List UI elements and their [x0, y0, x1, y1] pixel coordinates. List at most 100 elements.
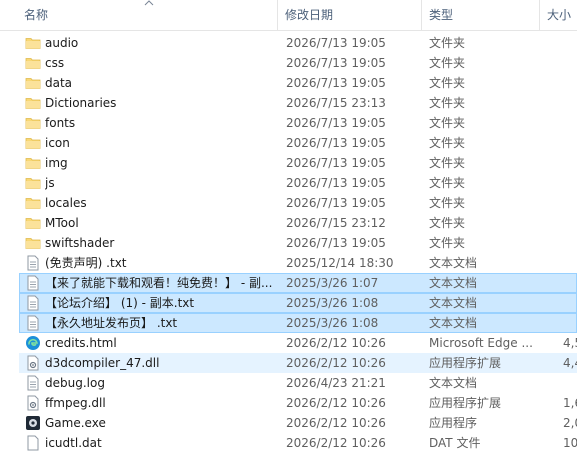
- file-date: 2026/7/13 19:05: [286, 56, 386, 70]
- file-name: icon: [45, 136, 70, 150]
- file-row[interactable]: swiftshader 2026/7/13 19:05 文件夹: [0, 233, 577, 253]
- file-date: 2025/3/26 1:07: [286, 276, 379, 290]
- dll-file-icon: [25, 395, 41, 411]
- file-row[interactable]: icon 2026/7/13 19:05 文件夹: [0, 133, 577, 153]
- file-row[interactable]: css 2026/7/13 19:05 文件夹: [0, 53, 577, 73]
- file-date: 2026/2/12 10:26: [286, 396, 386, 410]
- file-row[interactable]: audio 2026/7/13 19:05 文件夹: [0, 33, 577, 53]
- folder-icon: [25, 195, 41, 211]
- file-row[interactable]: MTool 2026/7/15 23:12 文件夹: [0, 213, 577, 233]
- file-size: [563, 93, 577, 113]
- file-size: [563, 233, 577, 253]
- column-header-type[interactable]: 类型: [421, 0, 539, 30]
- edge-icon: [25, 335, 41, 351]
- file-type: 文件夹: [429, 216, 466, 230]
- file-name: (免责声明) .txt: [45, 256, 127, 270]
- file-name: js: [45, 176, 55, 190]
- text-file-icon: [25, 295, 41, 311]
- file-type: 文本文档: [429, 256, 478, 270]
- file-date: 2026/7/13 19:05: [286, 116, 386, 130]
- file-row[interactable]: d3dcompiler_47.dll 2026/2/12 10:26 应用程序扩…: [0, 353, 577, 373]
- file-date: 2026/2/12 10:26: [286, 336, 386, 350]
- file-size: [563, 253, 577, 273]
- file-type: 文件夹: [429, 36, 466, 50]
- folder-icon: [25, 55, 41, 71]
- text-file-icon: [25, 255, 41, 271]
- file-row[interactable]: icudtl.dat 2026/2/12 10:26 DAT 文件 10,: [0, 433, 577, 453]
- text-file-icon: [25, 375, 41, 391]
- file-size: [563, 313, 577, 333]
- file-type: 应用程序扩展: [429, 396, 502, 410]
- file-type: 文本文档: [429, 316, 478, 330]
- file-row[interactable]: Dictionaries 2026/7/15 23:13 文件夹: [0, 93, 577, 113]
- file-date: 2026/7/13 19:05: [286, 156, 386, 170]
- file-type: Microsoft Edge ...: [429, 336, 533, 350]
- file-row[interactable]: (免责声明) .txt 2025/12/14 18:30 文本文档: [0, 253, 577, 273]
- file-name: swiftshader: [45, 236, 115, 250]
- file-name: Game.exe: [45, 416, 106, 430]
- text-file-icon: [25, 275, 41, 291]
- file-date: 2026/7/13 19:05: [286, 236, 386, 250]
- file-name: 【来了就能下载和观看！纯免费！】 - 副...: [45, 276, 273, 290]
- file-type: 文件夹: [429, 96, 466, 110]
- game-exe-icon: [25, 415, 41, 431]
- file-row[interactable]: data 2026/7/13 19:05 文件夹: [0, 73, 577, 93]
- file-name: img: [45, 156, 68, 170]
- column-header-bar: 名称 修改日期 类型 大小: [0, 0, 577, 31]
- file-size: [563, 193, 577, 213]
- file-type: 文件夹: [429, 56, 466, 70]
- file-row[interactable]: credits.html 2026/2/12 10:26 Microsoft E…: [0, 333, 577, 353]
- file-row[interactable]: 【论坛介绍】 (1) - 副本.txt 2025/3/26 1:08 文本文档: [0, 293, 577, 313]
- folder-icon: [25, 175, 41, 191]
- folder-icon: [25, 35, 41, 51]
- file-type: 文件夹: [429, 76, 466, 90]
- file-name: css: [45, 56, 65, 70]
- file-row[interactable]: ffmpeg.dll 2026/2/12 10:26 应用程序扩展 1,6: [0, 393, 577, 413]
- file-name: audio: [45, 36, 79, 50]
- file-date: 2025/3/26 1:08: [286, 316, 379, 330]
- file-name: locales: [45, 196, 87, 210]
- folder-icon: [25, 235, 41, 251]
- file-date: 2026/7/13 19:05: [286, 36, 386, 50]
- file-row[interactable]: Game.exe 2026/2/12 10:26 应用程序 2,0: [0, 413, 577, 433]
- file-type: 文本文档: [429, 276, 478, 290]
- file-type: 文件夹: [429, 136, 466, 150]
- folder-icon: [25, 135, 41, 151]
- text-file-icon: [25, 315, 41, 331]
- file-size: 2,0: [563, 416, 577, 430]
- folder-icon: [25, 115, 41, 131]
- file-row[interactable]: 【来了就能下载和观看！纯免费！】 - 副... 2025/3/26 1:07 文…: [0, 273, 577, 293]
- file-size: 1,6: [563, 396, 577, 410]
- folder-icon: [25, 95, 41, 111]
- file-row[interactable]: js 2026/7/13 19:05 文件夹: [0, 173, 577, 193]
- file-size: [563, 133, 577, 153]
- file-size: [563, 293, 577, 313]
- column-header-name[interactable]: 名称: [17, 0, 277, 30]
- column-header-size[interactable]: 大小: [539, 0, 577, 30]
- file-row[interactable]: 【永久地址发布页】 .txt 2025/3/26 1:08 文本文档: [0, 313, 577, 333]
- file-name: data: [45, 76, 73, 90]
- file-size: 4,5: [563, 336, 577, 350]
- file-size: [563, 173, 577, 193]
- file-row[interactable]: locales 2026/7/13 19:05 文件夹: [0, 193, 577, 213]
- file-name: icudtl.dat: [45, 436, 102, 450]
- file-name: MTool: [45, 216, 79, 230]
- file-type: 文本文档: [429, 376, 478, 390]
- file-date: 2026/2/12 10:26: [286, 416, 386, 430]
- file-size: [563, 113, 577, 133]
- file-size: [563, 33, 577, 53]
- file-row[interactable]: img 2026/7/13 19:05 文件夹: [0, 153, 577, 173]
- file-name: credits.html: [45, 336, 117, 350]
- file-row[interactable]: fonts 2026/7/13 19:05 文件夹: [0, 113, 577, 133]
- file-type: 应用程序扩展: [429, 356, 502, 370]
- column-header-date[interactable]: 修改日期: [277, 0, 421, 30]
- file-type: 文件夹: [429, 116, 466, 130]
- file-list: audio 2026/7/13 19:05 文件夹 css 2026/7/13 …: [0, 33, 577, 453]
- file-size: 10,: [563, 436, 577, 450]
- file-size: [563, 213, 577, 233]
- file-type: 应用程序: [429, 416, 478, 430]
- file-row[interactable]: debug.log 2026/4/23 21:21 文本文档: [0, 373, 577, 393]
- file-date: 2026/2/12 10:26: [286, 436, 386, 450]
- file-date: 2026/7/15 23:12: [286, 216, 386, 230]
- file-type: 文件夹: [429, 196, 466, 210]
